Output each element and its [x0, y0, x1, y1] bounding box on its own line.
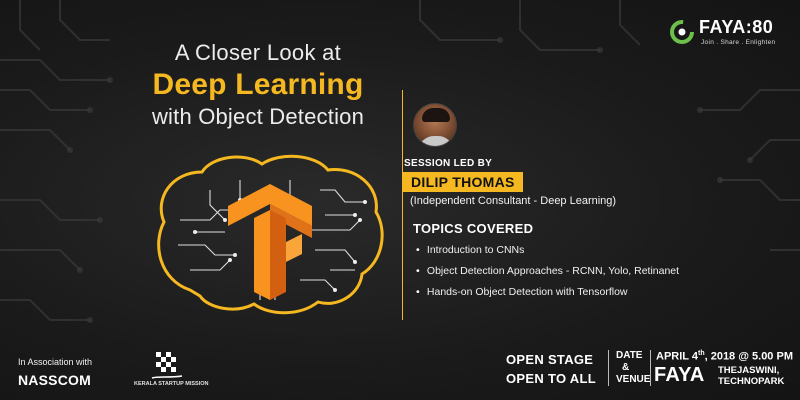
list-item: • Hands-on Object Detection with Tensorf… — [416, 286, 628, 298]
vertical-divider — [402, 90, 403, 320]
session-led-label: SESSION LED BY — [404, 158, 493, 169]
separator — [608, 350, 609, 386]
list-item: • Object Detection Approaches - RCNN, Yo… — [416, 265, 680, 277]
brain-circuit-illustration — [157, 154, 384, 315]
venue-address: THEJASWINI, TECHNOPARK — [718, 365, 785, 387]
bullet-icon: • — [416, 286, 420, 298]
speaker-role: (Independent Consultant - Deep Learning) — [410, 195, 617, 207]
topics-list: • Introduction to CNNs • Object Detectio… — [416, 242, 679, 305]
open-stage-text: OPEN STAGE OPEN TO ALL — [506, 352, 596, 386]
faya-logo[interactable]: FAYA:80 Join . Share . Enlighten — [669, 15, 789, 57]
venue-brand: FAYA — [654, 364, 705, 386]
event-poster: A Closer Look at Deep Learning with Obje… — [0, 0, 800, 400]
bullet-icon: • — [416, 265, 420, 277]
title-line-1: A Closer Look at — [174, 40, 342, 65]
speaker-name: DILIP THOMAS — [403, 172, 523, 192]
faya-logo-icon — [670, 20, 694, 44]
speaker-avatar — [413, 103, 457, 147]
logo-tagline: Join . Share . Enlighten — [701, 39, 776, 46]
event-date: APRIL 4th, 2018 @ 5.00 PM — [656, 350, 793, 363]
title-highlight: Deep Learning — [152, 68, 364, 101]
logo-brand: FAYA:80 — [699, 17, 774, 37]
bullet-icon: • — [416, 244, 420, 256]
separator — [650, 350, 651, 386]
association-label: In Association with — [18, 357, 93, 367]
nasscom-logo: NASSCOM — [18, 372, 91, 388]
topics-heading: TOPICS COVERED — [413, 221, 534, 236]
date-venue-label: DATE & VENUE — [616, 350, 651, 385]
ksum-logo-text: KERALA STARTUP MISSION — [134, 381, 209, 387]
title-line-3: with Object Detection — [151, 104, 365, 129]
list-item: • Introduction to CNNs — [416, 244, 525, 256]
tensorflow-logo-icon — [228, 184, 312, 300]
title-block: A Closer Look at Deep Learning with Obje… — [118, 40, 398, 130]
